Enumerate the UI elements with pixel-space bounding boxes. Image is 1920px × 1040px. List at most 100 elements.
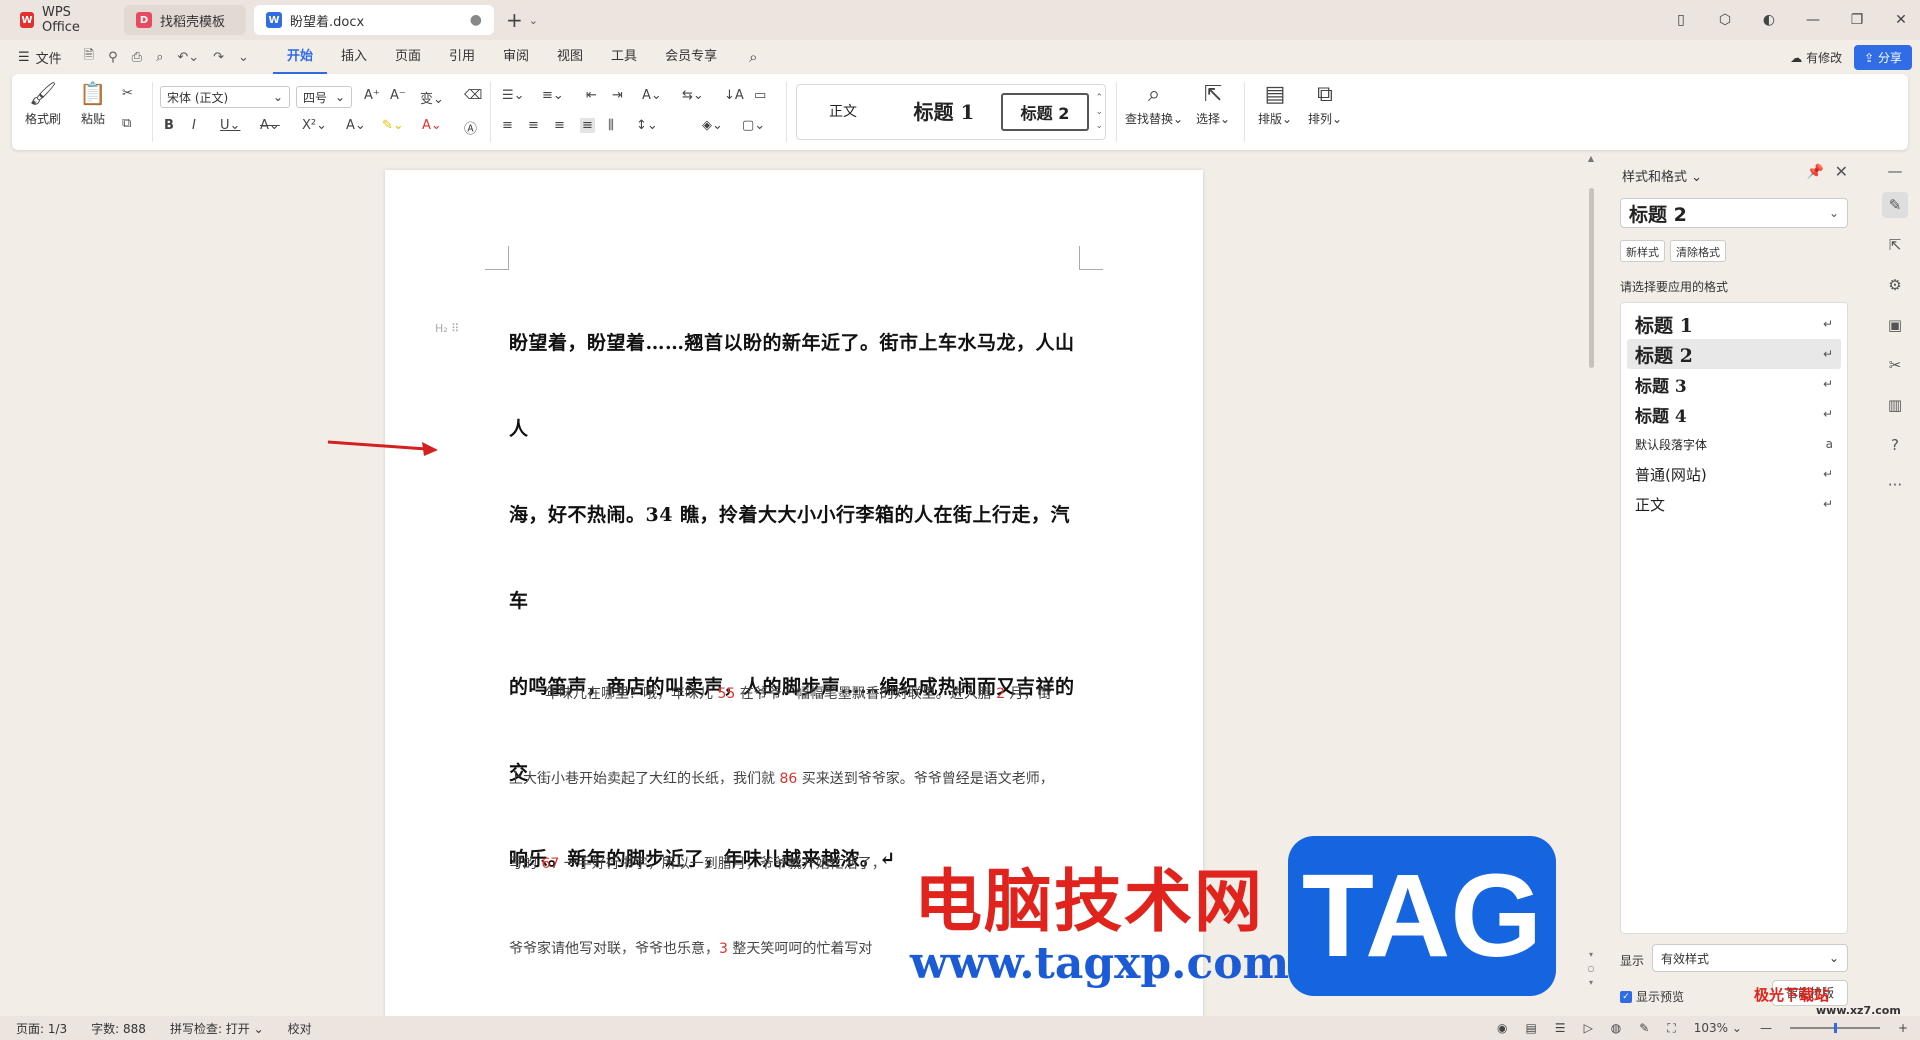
char-shading-icon[interactable]: Ⓐ: [464, 118, 477, 137]
line-spacing-icon[interactable]: ↕⌄: [636, 118, 658, 133]
font-color-icon[interactable]: A⌄: [422, 118, 442, 133]
style-pen-icon[interactable]: ✎: [1882, 192, 1908, 218]
style-gallery-scroll[interactable]: ⌃ ⌄ ⌄: [1095, 91, 1103, 133]
has-changes-indicator[interactable]: ☁ 有修改: [1790, 49, 1842, 66]
file-menu[interactable]: ☰ 文件: [18, 48, 62, 67]
show-marks-icon[interactable]: ▭: [754, 88, 766, 103]
format-painter-button[interactable]: 🖌 格式刷: [18, 80, 68, 127]
zoom-out-icon[interactable]: —: [1760, 1021, 1772, 1035]
select-button[interactable]: ⇱ 选择⌄: [1188, 80, 1238, 127]
scrollbar-thumb[interactable]: [1589, 188, 1594, 368]
close-icon[interactable]: ✕: [1835, 162, 1848, 181]
style-item-normal-web[interactable]: 普通(网站) ↵: [1627, 459, 1841, 489]
menu-references[interactable]: 引用: [435, 40, 489, 74]
menu-page[interactable]: 页面: [381, 40, 435, 74]
align-left-icon[interactable]: ≡: [502, 118, 513, 133]
borders-icon[interactable]: ▢⌄: [742, 118, 765, 133]
style-heading-1[interactable]: 标题 1: [889, 93, 999, 131]
select-cursor-icon[interactable]: ⇱: [1882, 232, 1908, 258]
search-icon[interactable]: ⌕: [749, 48, 757, 66]
eye-icon[interactable]: ◉: [1497, 1021, 1507, 1035]
copy-icon[interactable]: ⧉: [122, 116, 131, 131]
link-icon[interactable]: ⚲: [108, 50, 118, 65]
minimize-button[interactable]: —: [1802, 12, 1824, 28]
avatar[interactable]: ◐: [1758, 12, 1780, 28]
image-edit-icon[interactable]: ▣: [1882, 312, 1908, 338]
highlight-icon[interactable]: ✎⌄: [382, 118, 404, 133]
more-icon[interactable]: ···: [1882, 472, 1908, 498]
bold-icon[interactable]: B: [164, 118, 174, 133]
menu-home[interactable]: 开始: [272, 40, 327, 74]
clear-format-button[interactable]: 清除格式: [1670, 240, 1726, 262]
menu-tools[interactable]: 工具: [597, 40, 651, 74]
shrink-font-icon[interactable]: A⁻: [390, 88, 406, 103]
arrange-button[interactable]: ⧉ 排列⌄: [1300, 80, 1350, 127]
find-replace-button[interactable]: ⌕ 查找替换⌄: [1122, 80, 1186, 127]
increase-indent-icon[interactable]: ⇥: [612, 88, 623, 103]
text-direction-icon[interactable]: ⇆⌄: [682, 88, 704, 103]
menu-insert[interactable]: 插入: [327, 40, 381, 74]
scroll-up-icon[interactable]: ▲: [1584, 154, 1598, 163]
spell-check-status[interactable]: 拼写检查: 打开 ⌄: [170, 1020, 264, 1037]
book-icon[interactable]: ▥: [1882, 392, 1908, 418]
print-preview-icon[interactable]: ⌕: [156, 50, 163, 65]
show-filter-select[interactable]: 有效样式 ⌄: [1652, 944, 1848, 972]
chevron-down-icon[interactable]: ⌄: [529, 14, 538, 27]
numbered-list-icon[interactable]: ≡⌄: [542, 88, 564, 103]
underline-icon[interactable]: U⌄: [220, 118, 240, 133]
restore-button[interactable]: ❐: [1846, 12, 1868, 28]
style-item-heading-2[interactable]: 标题 2 ↵: [1627, 339, 1841, 369]
strikethrough-icon[interactable]: A⌄: [260, 118, 280, 133]
sort-icon[interactable]: ↓A: [724, 88, 744, 103]
page-view-icon[interactable]: ▤: [1525, 1021, 1536, 1035]
style-item-default-font[interactable]: 默认段落字体 a: [1627, 429, 1841, 459]
distribute-icon[interactable]: ⫼: [608, 118, 614, 133]
justify-icon[interactable]: ≡: [580, 118, 595, 133]
redo-icon[interactable]: ↷: [213, 50, 224, 65]
print-icon[interactable]: ⎙: [132, 50, 142, 65]
italic-icon[interactable]: I: [192, 118, 196, 133]
text-effect-icon[interactable]: A⌄: [346, 118, 366, 133]
outline-view-icon[interactable]: ☰: [1555, 1021, 1566, 1035]
more-chevron-icon[interactable]: ⌄: [238, 50, 249, 65]
font-size-select[interactable]: 四号 ⌄: [296, 86, 352, 108]
cube-icon[interactable]: ⬡: [1714, 12, 1736, 28]
collapse-icon[interactable]: —: [1882, 158, 1908, 184]
unsaved-dot-icon[interactable]: ●: [470, 12, 482, 28]
play-icon[interactable]: ▷: [1584, 1021, 1593, 1035]
page-count[interactable]: 页面: 1/3: [16, 1020, 67, 1037]
panel-title[interactable]: 样式和格式 ⌄: [1622, 166, 1702, 185]
cut-icon[interactable]: ✂: [122, 86, 133, 101]
heading-level-marker[interactable]: H₂ ⠿: [435, 322, 459, 335]
clear-format-icon[interactable]: ⌫: [464, 88, 482, 103]
current-style-select[interactable]: 标题 2 ⌄: [1620, 198, 1848, 228]
style-heading-2[interactable]: 标题 2: [1001, 93, 1089, 131]
page-nav-icons[interactable]: ▾ ○ ▾: [1584, 948, 1598, 990]
share-button[interactable]: ⇪ 分享: [1854, 44, 1912, 70]
style-item-normal[interactable]: 正文 ↵: [1627, 489, 1841, 519]
settings-sliders-icon[interactable]: ⚙: [1882, 272, 1908, 298]
style-item-heading-1[interactable]: 标题 1 ↵: [1627, 309, 1841, 339]
decrease-indent-icon[interactable]: ⇤: [586, 88, 597, 103]
pen-icon[interactable]: ✎: [1639, 1021, 1649, 1035]
chinese-layout-icon[interactable]: A⌄: [642, 88, 662, 103]
layout-icon[interactable]: ▯: [1670, 12, 1692, 28]
fit-page-icon[interactable]: ⛶: [1667, 1021, 1675, 1036]
style-normal[interactable]: 正文: [813, 93, 873, 131]
menu-member[interactable]: 会员专享: [651, 40, 731, 74]
paste-button[interactable]: 📋 粘贴: [68, 80, 118, 127]
menu-review[interactable]: 审阅: [489, 40, 543, 74]
tab-document[interactable]: W 盼望着.docx ●: [254, 5, 494, 35]
close-window-button[interactable]: ✕: [1890, 12, 1912, 28]
tools-icon[interactable]: ✂: [1882, 352, 1908, 378]
grow-font-icon[interactable]: A⁺: [364, 88, 380, 103]
document-scrollbar[interactable]: ▲ ▾ ○ ▾: [1584, 152, 1598, 1012]
style-item-heading-3[interactable]: 标题 3 ↵: [1627, 369, 1841, 399]
zoom-level[interactable]: 103% ⌄: [1694, 1021, 1742, 1035]
web-view-icon[interactable]: ◍: [1611, 1021, 1621, 1035]
proofread-button[interactable]: 校对: [288, 1020, 312, 1037]
tab-docer-templates[interactable]: D 找稻壳模板: [124, 5, 246, 35]
align-center-icon[interactable]: ≡: [528, 118, 539, 133]
style-item-heading-4[interactable]: 标题 4 ↵: [1627, 399, 1841, 429]
layout-button[interactable]: ▤ 排版⌄: [1250, 80, 1300, 127]
